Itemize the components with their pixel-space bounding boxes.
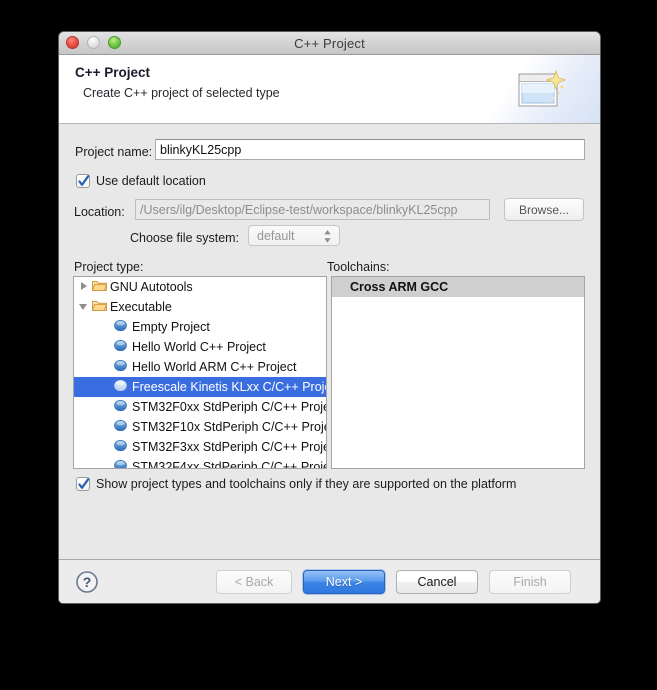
use-default-location-label: Use default location [96,174,206,188]
help-button[interactable]: ? [75,570,99,594]
project-type-tree[interactable]: GNU Autotools Executable Empty Project Hell… [73,276,327,469]
blue-sphere-icon [114,359,132,375]
toolchain-row[interactable]: Cross ARM GCC [332,277,584,297]
tree-row[interactable]: Executable [74,297,326,317]
window-titlebar: C++ Project [59,32,600,55]
finish-button[interactable]: Finish [489,570,571,594]
next-button[interactable]: Next > [303,570,385,594]
tree-row[interactable]: STM32F3xx StdPeriph C/C++ Project [74,437,326,457]
tree-row[interactable]: Empty Project [74,317,326,337]
tree-row[interactable]: Hello World ARM C++ Project [74,357,326,377]
folder-icon [91,299,110,315]
use-default-location-checkbox[interactable] [76,174,90,188]
blue-sphere-icon [114,379,132,395]
tree-row-label: Freescale Kinetis KLxx C/C++ Project [132,380,326,394]
file-system-select[interactable]: default [248,225,340,246]
wizard-footer: ? < Back Next > Cancel Finish [59,559,600,603]
back-button[interactable]: < Back [216,570,292,594]
toolchains-label: Toolchains: [327,260,390,274]
location-label: Location: [74,205,125,219]
page-subtitle: Create C++ project of selected type [83,86,280,100]
checkmark-icon [78,175,90,186]
project-name-input[interactable]: blinkyKL25cpp [155,139,585,160]
blue-sphere-icon [114,439,132,455]
blue-sphere-icon [114,339,132,355]
tree-row-label: Executable [110,300,172,314]
browse-button[interactable]: Browse... [504,198,584,221]
tree-row-label: Hello World C++ Project [132,340,266,354]
chevron-right-icon[interactable] [78,280,92,294]
checkmark-icon [78,478,90,489]
wizard-body: Project name: blinkyKL25cpp Use default … [59,124,600,559]
file-system-label: Choose file system: [130,231,240,245]
tree-row-label: STM32F0xx StdPeriph C/C++ Project [132,400,326,414]
blue-sphere-icon [114,419,132,435]
svg-text:?: ? [83,574,92,590]
tree-row-label: GNU Autotools [110,280,193,294]
tree-row[interactable]: STM32F4xx StdPeriph C/C++ Project [74,457,326,469]
chevron-down-icon[interactable] [78,300,92,314]
wizard-header: C++ Project Create C++ project of select… [59,55,600,124]
tree-row[interactable]: Hello World C++ Project [74,337,326,357]
tree-row-label: Hello World ARM C++ Project [132,360,297,374]
tree-row[interactable]: GNU Autotools [74,277,326,297]
window-title: C++ Project [294,35,365,51]
cpp-project-dialog-window: C++ Project C++ Project Create C++ proje… [58,31,601,604]
blue-sphere-icon [114,399,132,415]
blue-sphere-icon [114,319,132,335]
tree-row-label: STM32F3xx StdPeriph C/C++ Project [132,440,326,454]
file-system-value: default [257,228,295,243]
tree-row-label: STM32F4xx StdPeriph C/C++ Project [132,460,326,469]
toolchain-row-label: Cross ARM GCC [350,280,449,294]
tree-row-label: Empty Project [132,320,210,334]
stepper-arrows-icon [324,230,331,243]
show-supported-only-checkbox[interactable] [76,477,90,491]
blue-sphere-icon [114,459,132,468]
cancel-button[interactable]: Cancel [396,570,478,594]
tree-row-label: STM32F10x StdPeriph C/C++ Project [132,420,326,434]
location-input[interactable]: /Users/ilg/Desktop/Eclipse-test/workspac… [135,199,490,220]
tree-row[interactable]: STM32F0xx StdPeriph C/C++ Project [74,397,326,417]
minimize-button[interactable] [87,36,100,49]
folder-icon [91,279,110,295]
close-button[interactable] [66,36,79,49]
window-traffic-lights [66,36,121,49]
show-supported-only-label: Show project types and toolchains only i… [96,477,517,491]
wizard-window-sparkle-icon [518,69,567,107]
zoom-button[interactable] [108,36,121,49]
project-type-label: Project type: [74,260,144,274]
tree-row[interactable]: STM32F10x StdPeriph C/C++ Project [74,417,326,437]
tree-row[interactable]: Freescale Kinetis KLxx C/C++ Project [74,377,326,397]
toolchains-list[interactable]: Cross ARM GCC [331,276,585,469]
page-title: C++ Project [75,65,151,80]
project-name-label: Project name: [75,145,153,159]
